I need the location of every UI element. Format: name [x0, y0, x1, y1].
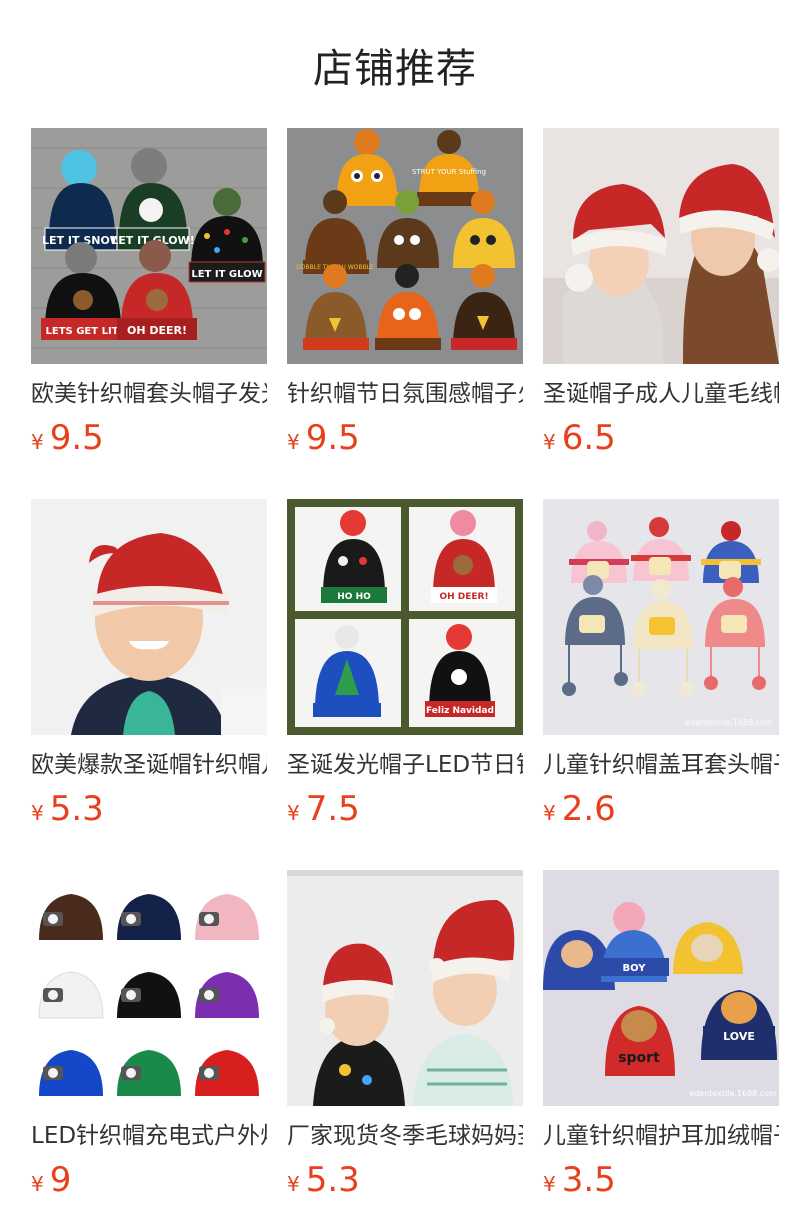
product-price: ¥5.3	[287, 1160, 523, 1200]
currency-symbol: ¥	[287, 430, 300, 454]
price-value: 2.6	[561, 789, 616, 829]
hat-slogan: LET IT GLOW	[191, 269, 262, 280]
product-image[interactable]	[31, 499, 267, 735]
currency-symbol: ¥	[287, 1172, 300, 1196]
price-value: 3.5	[561, 1160, 616, 1200]
product-image[interactable]: STRUT YOUR Stuffing GOBBLE TIL YOU WOBBL…	[287, 128, 523, 364]
currency-symbol: ¥	[287, 801, 300, 825]
product-image[interactable]	[31, 870, 267, 1106]
hat-slogan: HO HO	[337, 592, 371, 602]
product-price: ¥5.3	[31, 789, 267, 829]
product-name[interactable]: LED针织帽充电式户外灯帽	[31, 1120, 267, 1152]
product-card[interactable]: STRUT YOUR Stuffing GOBBLE TIL YOU WOBBL…	[287, 128, 523, 458]
hat-slogan: BOY	[622, 963, 646, 974]
price-value: 5.3	[49, 789, 104, 829]
hat-slogan: sport	[618, 1050, 660, 1066]
product-image[interactable]: edentextile.1688.com	[543, 499, 779, 735]
hat-slogan: LOVE	[723, 1030, 755, 1043]
product-name[interactable]: 欧美针织帽套头帽子发光帽	[31, 378, 267, 410]
product-card[interactable]: LED针织帽充电式户外灯帽 ¥9	[31, 870, 267, 1200]
product-name[interactable]: 儿童针织帽护耳加绒帽子	[543, 1120, 779, 1152]
product-price: ¥9.5	[31, 418, 267, 458]
product-image[interactable]: BOY sport LOVE edentextile.1688.com	[543, 870, 779, 1106]
product-name[interactable]: 圣诞发光帽子LED节日针织帽	[287, 749, 523, 781]
price-value: 9.5	[49, 418, 104, 458]
hat-slogan: OH DEER!	[127, 324, 187, 337]
image-watermark: edentextile.1688.com	[689, 1089, 777, 1098]
price-value: 9.5	[305, 418, 360, 458]
product-card[interactable]: 圣诞帽子成人儿童毛线帽 ¥6.5	[543, 128, 779, 458]
price-value: 7.5	[305, 789, 360, 829]
product-price: ¥3.5	[543, 1160, 779, 1200]
currency-symbol: ¥	[31, 1172, 44, 1196]
product-image[interactable]: HO HO OH DEER! Feliz Navidad	[287, 499, 523, 735]
hat-slogan: Feliz Navidad	[426, 706, 494, 716]
image-watermark: edentextile.1688.com	[685, 718, 773, 727]
store-recommendations-page: 店铺推荐 LET IT SNOW LET IT GLOW! LET IT GLO…	[0, 0, 790, 1232]
currency-symbol: ¥	[543, 1172, 556, 1196]
product-card[interactable]: edentextile.1688.com 儿童针织帽盖耳套头帽子 ¥2.6	[543, 499, 779, 829]
product-grid: LET IT SNOW LET IT GLOW! LET IT GLOW LET…	[31, 128, 779, 1200]
product-name[interactable]: 儿童针织帽盖耳套头帽子	[543, 749, 779, 781]
section-title: 店铺推荐	[313, 46, 477, 92]
product-name[interactable]: 圣诞帽子成人儿童毛线帽	[543, 378, 779, 410]
product-card[interactable]: LET IT SNOW LET IT GLOW! LET IT GLOW LET…	[31, 128, 267, 458]
product-price: ¥7.5	[287, 789, 523, 829]
price-value: 5.3	[305, 1160, 360, 1200]
product-card[interactable]: 厂家现货冬季毛球妈妈圣诞帽 ¥5.3	[287, 870, 523, 1200]
currency-symbol: ¥	[31, 801, 44, 825]
currency-symbol: ¥	[543, 430, 556, 454]
product-image[interactable]	[287, 870, 523, 1106]
currency-symbol: ¥	[31, 430, 44, 454]
product-name[interactable]: 厂家现货冬季毛球妈妈圣诞帽	[287, 1120, 523, 1152]
hat-slogan: OH DEER!	[439, 592, 488, 602]
product-name[interactable]: 欧美爆款圣诞帽针织帽儿童	[31, 749, 267, 781]
currency-symbol: ¥	[543, 801, 556, 825]
product-price: ¥6.5	[543, 418, 779, 458]
product-price: ¥9.5	[287, 418, 523, 458]
product-card[interactable]: HO HO OH DEER! Feliz Navidad 圣诞发光帽子LED节日…	[287, 499, 523, 829]
price-value: 9	[49, 1160, 72, 1200]
product-card[interactable]: 欧美爆款圣诞帽针织帽儿童 ¥5.3	[31, 499, 267, 829]
product-price: ¥9	[31, 1160, 267, 1200]
product-name[interactable]: 针织帽节日氛围感帽子火鸡帽	[287, 378, 523, 410]
hat-slogan: LETS GET LIT	[46, 326, 119, 337]
product-card[interactable]: BOY sport LOVE edentextile.1688.com 儿童针织…	[543, 870, 779, 1200]
price-value: 6.5	[561, 418, 616, 458]
hat-slogan: STRUT YOUR Stuffing	[412, 168, 486, 176]
product-image[interactable]: LET IT SNOW LET IT GLOW! LET IT GLOW LET…	[31, 128, 267, 364]
product-image[interactable]	[543, 128, 779, 364]
product-price: ¥2.6	[543, 789, 779, 829]
